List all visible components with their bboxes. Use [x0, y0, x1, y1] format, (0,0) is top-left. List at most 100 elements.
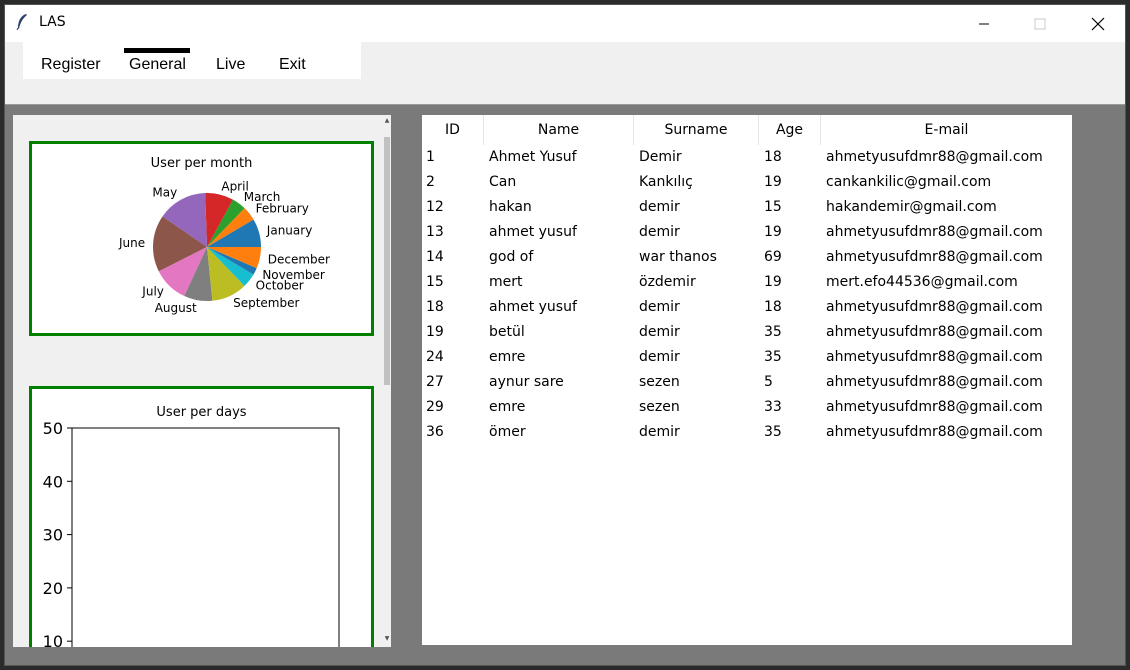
table-cell: demir — [639, 349, 680, 365]
table-cell: 36 — [426, 424, 444, 440]
window-title: LAS — [39, 14, 66, 30]
pie-label: January — [266, 224, 313, 238]
feather-icon — [16, 14, 27, 31]
table-cell: 18 — [764, 299, 782, 315]
table-cell: 1 — [426, 149, 435, 165]
table-row[interactable]: 36 ömer demir 35 ahmetyusufdmr88@gmail.com — [422, 420, 1072, 445]
users-table: ID Name Surname Age E-mail 1 Ahmet Yusuf D… — [422, 115, 1072, 645]
table-cell: god of — [489, 249, 534, 265]
column-header-age[interactable]: Age — [759, 115, 821, 145]
table-cell: ahmetyusufdmr88@gmail.com — [826, 374, 1043, 390]
column-header-surname[interactable]: Surname — [634, 115, 759, 145]
pie-label: July — [141, 285, 164, 299]
table-row[interactable]: 12 hakan demir 15 hakandemir@gmail.com — [422, 195, 1072, 220]
menu-live[interactable]: Live — [216, 56, 245, 74]
table-cell: mert — [489, 274, 523, 290]
table-cell: 33 — [764, 399, 782, 415]
table-cell: ahmetyusufdmr88@gmail.com — [826, 399, 1043, 415]
table-cell: mert.efo44536@gmail.com — [826, 274, 1018, 290]
table-row[interactable]: 19 betül demir 35 ahmetyusufdmr88@gmail.com — [422, 320, 1072, 345]
pie-label: May — [152, 186, 177, 200]
table-cell: sezen — [639, 374, 680, 390]
table-cell: 24 — [426, 349, 444, 365]
minimize-button[interactable] — [961, 5, 1007, 42]
table-cell: demir — [639, 324, 680, 340]
pie-chart: JanuaryFebruaryMarchAprilMayJuneJulyAugu… — [118, 180, 330, 315]
table-cell: 19 — [764, 224, 782, 240]
table-cell: 69 — [764, 249, 782, 265]
table-row[interactable]: 27 aynur sare sezen 5 ahmetyusufdmr88@gmail.… — [422, 370, 1072, 395]
table-cell: ahmetyusufdmr88@gmail.com — [826, 149, 1043, 165]
table-cell: ahmetyusufdmr88@gmail.com — [826, 424, 1043, 440]
table-cell: hakandemir@gmail.com — [826, 199, 997, 215]
table-row[interactable]: 15 mert özdemir 19 mert.efo44536@gmail.com — [422, 270, 1072, 295]
table-cell: demir — [639, 199, 680, 215]
menubar: Register General Live Exit — [23, 42, 361, 79]
table-cell: cankankilic@gmail.com — [826, 174, 992, 190]
table-cell: 29 — [426, 399, 444, 415]
charts-scrollbar[interactable]: ▲ ▼ — [383, 115, 391, 647]
table-cell: Kankılıç — [639, 174, 693, 190]
table-cell: 18 — [426, 299, 444, 315]
table-cell: 13 — [426, 224, 444, 240]
table-cell: Can — [489, 174, 517, 190]
table-cell: ahmetyusufdmr88@gmail.com — [826, 224, 1043, 240]
app-window: LAS Register General Live Exit User per … — [4, 4, 1126, 666]
table-cell: 15 — [426, 274, 444, 290]
table-cell: demir — [639, 424, 680, 440]
column-header-email[interactable]: E-mail — [821, 115, 1072, 145]
close-button[interactable] — [1075, 5, 1121, 42]
days-chart: 10 20 30 40 50 — [43, 419, 340, 647]
table-cell: 35 — [764, 349, 782, 365]
scroll-down-icon[interactable]: ▼ — [383, 635, 391, 643]
table-cell: özdemir — [639, 274, 696, 290]
table-cell: 19 — [426, 324, 444, 340]
charts-panel[interactable]: User per month January February March April… — [13, 115, 391, 647]
y-tick-label: 10 — [43, 632, 63, 647]
maximize-icon — [1034, 18, 1046, 29]
menu-register[interactable]: Register — [41, 56, 101, 74]
menu-area: Register General Live Exit — [5, 42, 1125, 105]
table-cell: demir — [639, 224, 680, 240]
table-cell: ahmet yusuf — [489, 299, 577, 315]
y-tick-label: 20 — [43, 579, 63, 598]
table-cell: war thanos — [639, 249, 717, 265]
table-row[interactable]: 13 ahmet yusuf demir 19 ahmetyusufdmr88@gmai… — [422, 220, 1072, 245]
table-row[interactable]: 2 Can Kankılıç 19 cankankilic@gmail.com — [422, 170, 1072, 195]
maximize-button[interactable] — [1017, 5, 1063, 42]
pie-label: June — [118, 236, 145, 250]
y-tick-label: 50 — [43, 419, 63, 438]
pie-chart-frame: User per month January February March April… — [29, 141, 374, 336]
menu-exit[interactable]: Exit — [279, 56, 306, 74]
table-row[interactable]: 29 emre sezen 33 ahmetyusufdmr88@gmail.com — [422, 395, 1072, 420]
table-cell: ahmetyusufdmr88@gmail.com — [826, 324, 1043, 340]
table-header: ID Name Surname Age E-mail — [422, 115, 1072, 145]
pie-label: August — [155, 301, 197, 315]
table-cell: demir — [639, 299, 680, 315]
table-cell: 12 — [426, 199, 444, 215]
table-row[interactable]: 14 god of war thanos 69 ahmetyusufdmr88@gmai… — [422, 245, 1072, 270]
chart-axes — [71, 427, 340, 647]
days-chart-frame: User per days 10 20 30 40 50 — [29, 386, 374, 647]
column-header-name[interactable]: Name — [484, 115, 634, 145]
close-icon — [1091, 17, 1105, 30]
table-cell: aynur sare — [489, 374, 564, 390]
y-tick-label: 40 — [43, 472, 63, 491]
pie-label: March — [244, 190, 281, 204]
scroll-thumb[interactable] — [384, 137, 390, 385]
menu-general[interactable]: General — [129, 56, 186, 74]
table-cell: ömer — [489, 424, 526, 440]
scroll-up-icon[interactable]: ▲ — [383, 117, 391, 125]
y-tick-label: 30 — [43, 526, 63, 545]
table-row[interactable]: 1 Ahmet Yusuf Demir 18 ahmetyusufdmr88@gmail… — [422, 145, 1072, 170]
table-cell: ahmetyusufdmr88@gmail.com — [826, 299, 1043, 315]
pie-label: December — [268, 252, 330, 266]
table-cell: ahmet yusuf — [489, 224, 577, 240]
table-row[interactable]: 18 ahmet yusuf demir 18 ahmetyusufdmr88@gmai… — [422, 295, 1072, 320]
column-header-id[interactable]: ID — [422, 115, 484, 145]
title-bar[interactable]: LAS — [5, 5, 1125, 42]
table-cell: sezen — [639, 399, 680, 415]
table-cell: 14 — [426, 249, 444, 265]
table-cell: 27 — [426, 374, 444, 390]
table-row[interactable]: 24 emre demir 35 ahmetyusufdmr88@gmail.com — [422, 345, 1072, 370]
